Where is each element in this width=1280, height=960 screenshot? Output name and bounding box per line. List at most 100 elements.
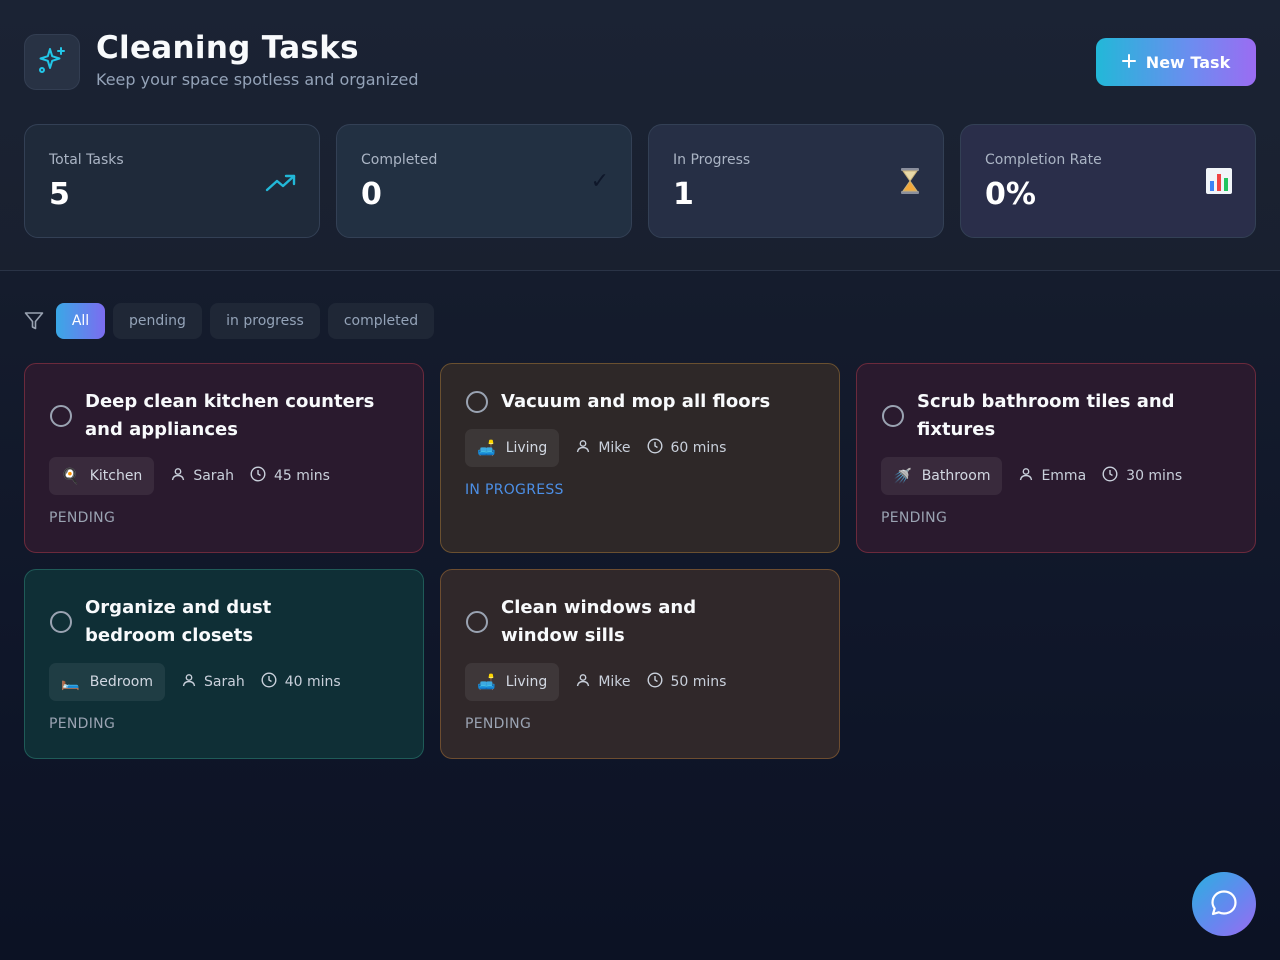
room-label: Bathroom — [921, 468, 991, 484]
assignee-name: Mike — [598, 674, 631, 690]
task-card[interactable]: Vacuum and mop all floors 🛋️ Living Mike… — [440, 363, 840, 553]
stat-card-in-progress: In Progress 1 — [648, 124, 944, 238]
stat-card-total-tasks: Total Tasks 5 — [24, 124, 320, 238]
check-icon: ✓ — [590, 169, 609, 194]
duration-text: 30 mins — [1126, 468, 1183, 484]
task-meta: 🛋️ Living Mike 50 mins — [465, 663, 726, 701]
bar-chart-icon — [1205, 167, 1233, 201]
task-checkbox[interactable] — [466, 611, 488, 633]
assignee-name: Emma — [1041, 468, 1087, 484]
duration-text: 40 mins — [284, 674, 341, 690]
assignee: Mike — [576, 439, 631, 457]
task-meta: 🚿 Bathroom Emma 30 mins — [881, 457, 1182, 495]
clock-icon — [261, 672, 277, 692]
room-tag: 🛋️ Living — [465, 663, 560, 701]
user-icon — [576, 673, 590, 691]
stat-card-completed: Completed 0 ✓ — [336, 124, 632, 238]
room-tag: 🛏️ Bedroom — [49, 663, 166, 701]
assignee: Sarah — [171, 467, 234, 485]
assignee-name: Sarah — [204, 674, 245, 690]
task-card[interactable]: Scrub bathroom tiles and fixtures 🚿 Bath… — [856, 363, 1256, 553]
stat-label: Completed — [361, 152, 438, 168]
duration: 60 mins — [647, 438, 727, 458]
filter-icon — [24, 311, 44, 335]
trending-up-icon — [265, 171, 297, 199]
chat-bubble-icon — [1209, 888, 1239, 921]
duration: 30 mins — [1102, 466, 1182, 486]
filter-chip-all[interactable]: All — [56, 303, 105, 339]
new-task-label: New Task — [1145, 52, 1231, 72]
stat-label: Total Tasks — [49, 152, 124, 168]
room-tag: 🛋️ Living — [465, 429, 560, 467]
room-emoji-icon: 🛋️ — [477, 439, 496, 457]
task-title: Organize and dust bedroom closets — [85, 597, 272, 646]
room-emoji-icon: 🛋️ — [477, 673, 496, 691]
hourglass-icon — [899, 167, 921, 201]
status-badge: IN PROGRESS — [465, 482, 564, 498]
sparkles-icon — [36, 44, 68, 80]
assignee-name: Mike — [598, 440, 631, 456]
task-card[interactable]: Clean windows and window sills 🛋️ Living… — [440, 569, 840, 759]
stat-label: Completion Rate — [985, 152, 1102, 168]
room-label: Living — [505, 674, 548, 690]
task-card[interactable]: Deep clean kitchen counters and applianc… — [24, 363, 424, 553]
stat-card-completion-rate: Completion Rate 0% — [960, 124, 1256, 238]
user-icon — [171, 467, 185, 485]
duration-text: 45 mins — [274, 468, 330, 484]
task-meta: 🛏️ Bedroom Sarah 40 mins — [49, 663, 341, 701]
task-card[interactable]: Organize and dust bedroom closets 🛏️ Bed… — [24, 569, 424, 759]
filter-chip-completed[interactable]: completed — [328, 303, 434, 339]
clock-icon — [647, 672, 663, 692]
task-checkbox[interactable] — [466, 391, 488, 413]
task-checkbox[interactable] — [882, 405, 904, 427]
assignee: Emma — [1019, 467, 1086, 485]
chat-button[interactable] — [1192, 872, 1256, 936]
task-checkbox[interactable] — [50, 611, 72, 633]
task-meta: 🛋️ Living Mike 60 mins — [465, 429, 726, 467]
task-checkbox[interactable] — [50, 405, 72, 427]
page-subtitle: Keep your space spotless and organized — [96, 70, 419, 89]
stat-value: 5 — [49, 177, 70, 212]
room-label: Kitchen — [89, 468, 143, 484]
assignee: Mike — [576, 673, 631, 691]
room-emoji-icon: 🚿 — [893, 467, 912, 485]
filter-chip-in-progress[interactable]: in progress — [210, 303, 320, 339]
duration: 50 mins — [647, 672, 727, 692]
task-title: Vacuum and mop all floors — [501, 391, 771, 412]
task-title: Scrub bathroom tiles and fixtures — [917, 391, 1175, 440]
assignee: Sarah — [182, 673, 245, 691]
duration: 45 mins — [250, 466, 330, 486]
room-tag: 🍳 Kitchen — [49, 457, 155, 495]
plus-icon — [1121, 53, 1136, 72]
status-badge: PENDING — [881, 510, 948, 526]
room-emoji-icon: 🍳 — [61, 467, 80, 485]
stat-value: 0 — [361, 177, 382, 212]
app-logo — [24, 34, 80, 90]
room-label: Living — [505, 440, 548, 456]
clock-icon — [1102, 466, 1118, 486]
new-task-button[interactable]: New Task — [1096, 38, 1256, 86]
task-title: Deep clean kitchen counters and applianc… — [85, 391, 375, 440]
room-tag: 🚿 Bathroom — [881, 457, 1003, 495]
stat-value: 0% — [985, 177, 1036, 212]
page-title: Cleaning Tasks — [96, 30, 359, 66]
user-icon — [576, 439, 590, 457]
task-meta: 🍳 Kitchen Sarah 45 mins — [49, 457, 330, 495]
stat-label: In Progress — [673, 152, 751, 168]
room-label: Bedroom — [89, 674, 154, 690]
clock-icon — [647, 438, 663, 458]
page-header: Cleaning Tasks Keep your space spotless … — [0, 0, 1280, 271]
assignee-name: Sarah — [193, 468, 234, 484]
room-emoji-icon: 🛏️ — [61, 673, 80, 691]
duration-text: 50 mins — [670, 674, 727, 690]
stat-value: 1 — [673, 177, 694, 212]
user-icon — [182, 673, 196, 691]
duration: 40 mins — [261, 672, 341, 692]
filter-chip-pending[interactable]: pending — [113, 303, 202, 339]
status-badge: PENDING — [465, 716, 532, 732]
status-badge: PENDING — [49, 510, 116, 526]
user-icon — [1019, 467, 1033, 485]
task-title: Clean windows and window sills — [501, 597, 697, 646]
duration-text: 60 mins — [670, 440, 727, 456]
clock-icon — [250, 466, 266, 486]
